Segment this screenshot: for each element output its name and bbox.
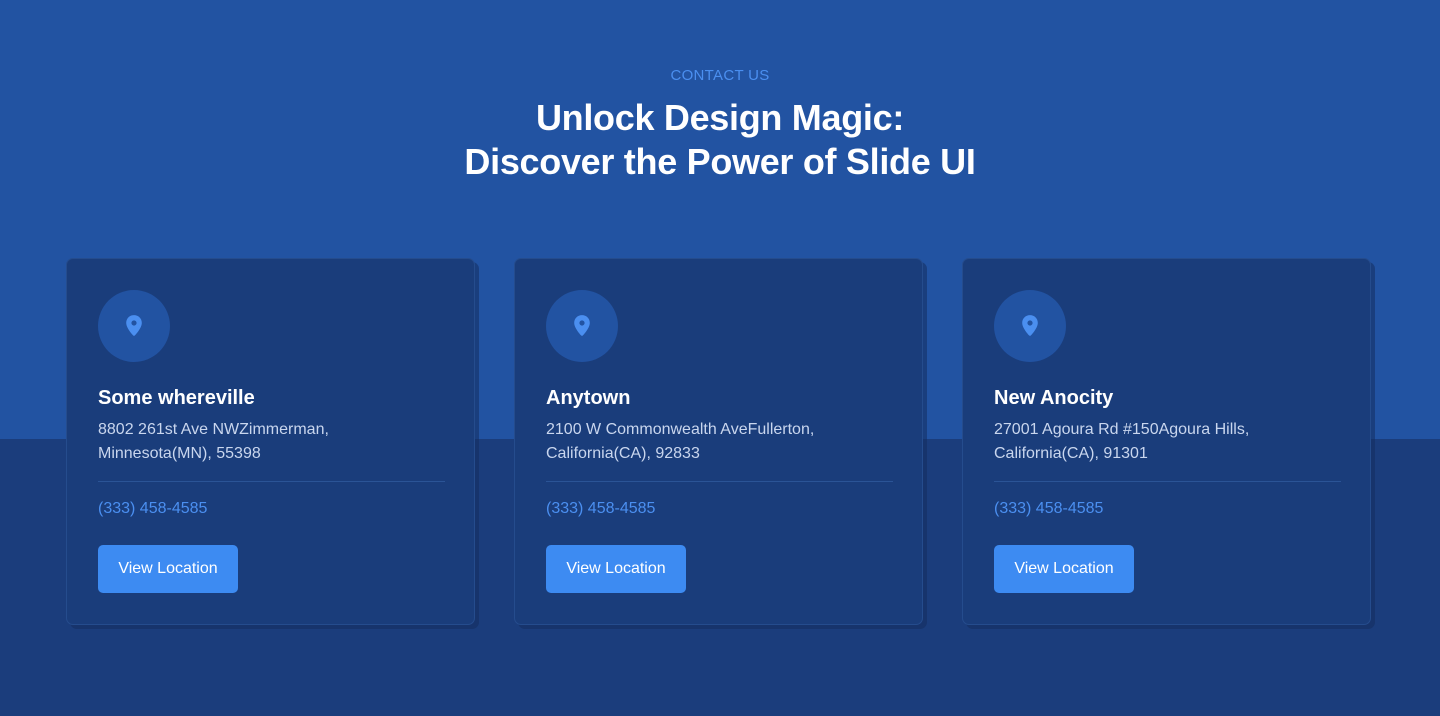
map-pin-icon (546, 290, 618, 362)
phone-link[interactable]: (333) 458-4585 (98, 500, 207, 518)
view-location-button[interactable]: View Location (98, 545, 238, 593)
location-name: New Anocity (994, 387, 1114, 409)
card-divider (546, 481, 893, 482)
address-line-2: California(CA), 92833 (546, 445, 700, 462)
location-address: 27001 Agoura Rd #150Agoura Hills, Califo… (994, 418, 1324, 466)
map-pin-icon (98, 290, 170, 362)
address-line-1: 8802 261st Ave NWZimmerman, (98, 421, 329, 438)
address-line-1: 27001 Agoura Rd #150Agoura Hills, (994, 421, 1250, 438)
address-line-1: 2100 W Commonwealth AveFullerton, (546, 421, 815, 438)
address-line-2: California(CA), 91301 (994, 445, 1148, 462)
card-divider (98, 481, 445, 482)
map-pin-icon (994, 290, 1066, 362)
address-line-2: Minnesota(MN), 55398 (98, 445, 261, 462)
location-name: Some whereville (98, 387, 255, 409)
location-card: Anytown 2100 W Commonwealth AveFullerton… (514, 258, 923, 625)
location-address: 8802 261st Ave NWZimmerman, Minnesota(MN… (98, 418, 428, 466)
location-cards: Some whereville 8802 261st Ave NWZimmerm… (0, 0, 1440, 716)
location-address: 2100 W Commonwealth AveFullerton, Califo… (546, 418, 876, 466)
location-name: Anytown (546, 387, 631, 409)
location-card: New Anocity 27001 Agoura Rd #150Agoura H… (962, 258, 1371, 625)
phone-link[interactable]: (333) 458-4585 (546, 500, 655, 518)
location-card: Some whereville 8802 261st Ave NWZimmerm… (66, 258, 475, 625)
view-location-button[interactable]: View Location (546, 545, 686, 593)
phone-link[interactable]: (333) 458-4585 (994, 500, 1103, 518)
card-divider (994, 481, 1341, 482)
view-location-button[interactable]: View Location (994, 545, 1134, 593)
